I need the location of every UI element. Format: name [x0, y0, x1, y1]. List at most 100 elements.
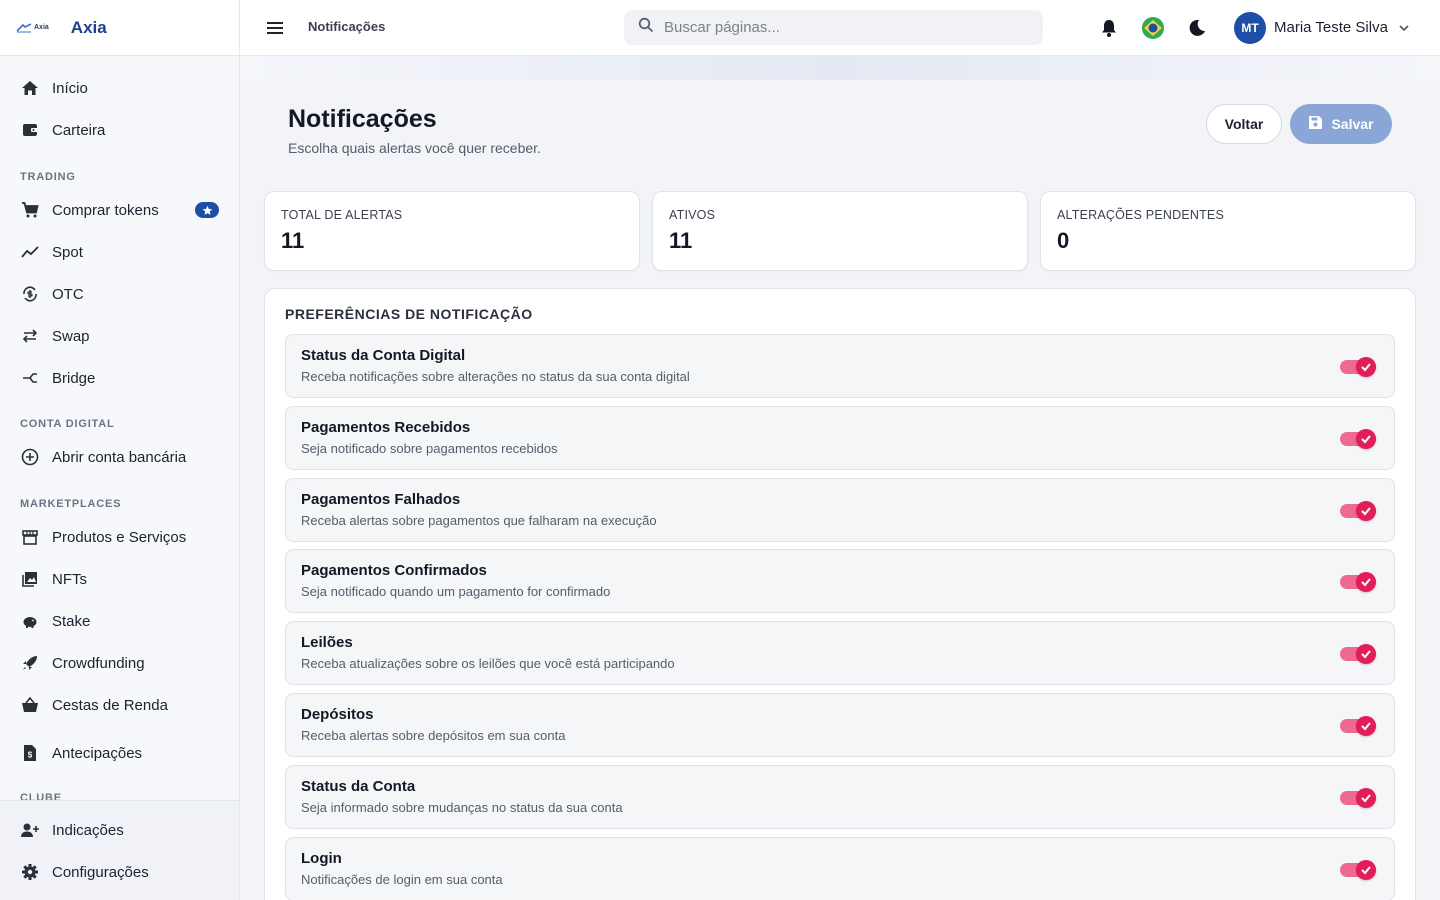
breadcrumb: Notificações [308, 19, 386, 34]
sidebar-item-stake[interactable]: Stake [0, 600, 239, 642]
svg-text:$: $ [28, 751, 33, 760]
sidebar-item-configuracoes[interactable]: Configurações [0, 851, 239, 893]
sidebar-item-label: Cestas de Renda [52, 696, 168, 714]
header-band [240, 56, 1440, 80]
check-icon [1356, 500, 1376, 521]
preference-name: Status da Conta [301, 777, 416, 795]
gear-icon [20, 862, 40, 882]
sidebar-section-title: TRADING [20, 171, 76, 183]
sidebar-item-inicio[interactable]: Início [0, 67, 239, 109]
preference-name: Leilões [301, 634, 353, 652]
wallet-icon [20, 120, 40, 140]
user-name[interactable]: Maria Teste Silva [1274, 19, 1388, 36]
preference-toggle[interactable] [1340, 716, 1376, 736]
chevron-down-icon[interactable] [1398, 21, 1410, 39]
preference-toggle[interactable] [1340, 500, 1376, 521]
stat-label: ALTERAÇÕES PENDENTES [1057, 208, 1225, 222]
sidebar-section-title: MARKETPLACES [20, 498, 122, 510]
search-input[interactable] [664, 19, 1024, 36]
sidebar-item-antecipacoes[interactable]: $ Antecipações [0, 732, 239, 774]
preference-toggle[interactable] [1340, 644, 1376, 665]
sidebar-item-otc[interactable]: OTC [0, 273, 239, 315]
dark-mode-icon[interactable] [1186, 17, 1208, 39]
brazil-flag-icon[interactable] [1142, 17, 1164, 39]
search-box[interactable] [624, 10, 1043, 45]
check-icon [1356, 716, 1376, 736]
preference-toggle[interactable] [1340, 428, 1376, 449]
bell-icon[interactable] [1098, 17, 1120, 39]
preference-name: Depósitos [301, 706, 374, 723]
sidebar-item-indicacoes[interactable]: Indicações [0, 809, 239, 851]
brand-name: Axia [70, 17, 107, 37]
sidebar-item-label: Início [52, 79, 88, 97]
sidebar-item-label: OTC [52, 285, 84, 303]
sidebar-item-label: Spot [52, 243, 83, 261]
menu-icon[interactable] [266, 18, 286, 38]
document-dollar-icon: $ [20, 743, 40, 763]
sidebar-item-label: Carteira [52, 121, 106, 139]
sidebar-item-abrir-conta-bancaria[interactable]: Abrir conta bancária [0, 436, 239, 478]
sidebar-item-nfts[interactable]: NFTs [0, 558, 239, 600]
avatar[interactable]: MT [1234, 12, 1266, 44]
basket-icon [20, 695, 40, 715]
sidebar-item-crowdfunding[interactable]: Crowdfunding [0, 642, 239, 684]
trend-icon [20, 242, 40, 262]
brand-logo: Axia [16, 22, 49, 33]
sidebar-section-title: CONTA DIGITAL [20, 418, 115, 430]
sidebar-item-label: Bridge [52, 369, 96, 387]
save-icon [1308, 115, 1323, 133]
piggy-bank-icon [20, 611, 40, 631]
brand[interactable]: Axia Axia [0, 0, 239, 56]
preference-name: Status da Conta Digital [301, 347, 466, 364]
check-icon [1356, 357, 1376, 377]
sidebar-item-label: Indicações [52, 821, 124, 839]
sidebar-item-carteira[interactable]: Carteira [0, 109, 239, 151]
stat-label: TOTAL DE ALERTAS [281, 208, 403, 222]
sidebar-item-label: NFTs [52, 570, 87, 588]
person-add-icon [20, 820, 40, 840]
back-button[interactable]: Voltar [1206, 104, 1282, 144]
sidebar-item-label: Comprar tokens [52, 201, 159, 219]
sidebar-item-spot[interactable]: Spot [0, 231, 239, 273]
stat-card-active: ATIVOS 11 [652, 191, 1028, 271]
preference-toggle[interactable] [1340, 572, 1376, 593]
preference-description: Seja notificado sobre pagamentos recebid… [301, 440, 558, 456]
preference-description: Receba alertas sobre depósitos em sua co… [301, 728, 566, 743]
sidebar-item-swap[interactable]: Swap [0, 315, 239, 357]
sidebar-item-cestas-de-renda[interactable]: Cestas de Renda [0, 684, 239, 726]
check-icon [1356, 572, 1376, 593]
stat-value: 11 [281, 228, 305, 253]
add-circle-icon [20, 447, 40, 467]
stat-value: 0 [1057, 228, 1070, 253]
preference-description: Seja informado sobre mudanças no status … [301, 799, 623, 815]
sidebar-item-label: Antecipações [52, 744, 143, 762]
sidebar-item-produtos-e-servicos[interactable]: Produtos e Serviços [0, 516, 239, 558]
preference-row: Login Notificações de login em sua conta [285, 836, 1395, 900]
sidebar-item-bridge[interactable]: Bridge [0, 357, 239, 399]
check-icon [1356, 428, 1376, 449]
save-label: Salvar [1331, 116, 1374, 132]
page-subtitle: Escolha quais alertas você quer receber. [288, 140, 541, 156]
sidebar-bottom: Indicações Configurações [0, 800, 239, 900]
sidebar-item-comprar-tokens[interactable]: Comprar tokens [0, 189, 239, 231]
check-icon [1356, 787, 1376, 808]
preference-name: Pagamentos Falhados [301, 490, 461, 508]
preference-toggle[interactable] [1340, 859, 1376, 880]
photo-library-icon [20, 569, 40, 589]
preference-toggle[interactable] [1340, 357, 1376, 377]
swap-icon [20, 326, 40, 346]
preference-toggle[interactable] [1340, 787, 1376, 808]
preferences-panel: PREFERÊNCIAS DE NOTIFICAÇÃO Status da Co… [264, 288, 1416, 900]
home-icon [20, 78, 40, 98]
save-button[interactable]: Salvar [1290, 104, 1392, 144]
preference-name: Pagamentos Confirmados [301, 562, 487, 580]
preference-row: Status da Conta Digital Receba notificaçõ… [285, 334, 1395, 398]
check-icon [1356, 859, 1376, 880]
star-icon [195, 202, 219, 218]
rocket-icon [20, 653, 40, 673]
stat-card-pending: ALTERAÇÕES PENDENTES 0 [1040, 191, 1416, 271]
sidebar: Axia Axia Início Carteira TRADING Comprar t… [0, 0, 240, 900]
sidebar-item-label: Produtos e Serviços [52, 528, 187, 546]
sidebar-item-label: Swap [52, 327, 90, 345]
merge-icon [20, 368, 40, 388]
